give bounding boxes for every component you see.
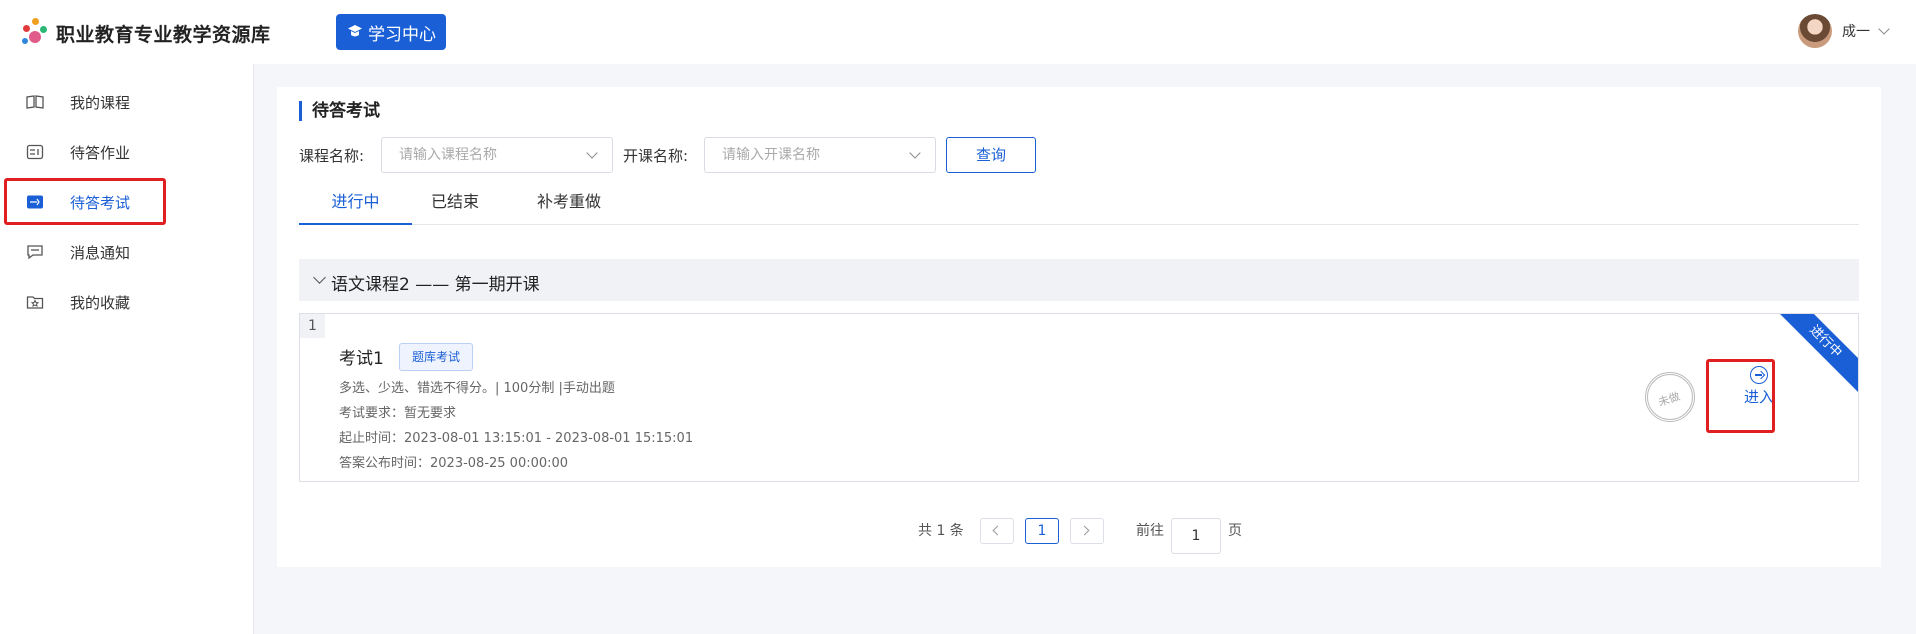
- stamp-label: 未做: [1656, 389, 1682, 410]
- site-title: 职业教育专业教学资源库: [56, 23, 271, 46]
- exam-type-badge: 题库考试: [399, 343, 474, 371]
- chevron-right-icon: [1079, 525, 1090, 536]
- course-name-placeholder: 请输入课程名称: [399, 147, 497, 163]
- sidebar-item-label: 我的课程: [70, 93, 131, 112]
- exam-requirement: 考试要求：暂无要求: [339, 406, 457, 421]
- goto-label: 前往: [1136, 523, 1164, 539]
- logo[interactable]: 职业教育专业教学资源库: [20, 18, 271, 48]
- user-menu[interactable]: 成一: [1798, 14, 1890, 48]
- class-name-label: 开课名称:: [623, 147, 689, 165]
- tab-ended[interactable]: 已结束: [415, 189, 495, 225]
- chevron-down-icon: [586, 147, 598, 159]
- course-group-header[interactable]: 语文课程2 —— 第一期开课: [299, 259, 1859, 301]
- class-name-placeholder: 请输入开课名称: [722, 147, 820, 163]
- status-tabs: 进行中 已结束 补考重做: [299, 189, 1859, 225]
- page-title: 待答考试: [299, 101, 380, 121]
- course-group-title: 语文课程2 —— 第一期开课: [331, 275, 540, 295]
- prev-page-button[interactable]: [980, 518, 1014, 544]
- graduate-icon: [348, 25, 362, 37]
- sidebar-item-label: 待答作业: [70, 143, 131, 162]
- learning-center-label: 学习中心: [368, 24, 436, 45]
- course-name-label: 课程名称:: [299, 147, 365, 165]
- avatar[interactable]: [1798, 14, 1832, 48]
- tab-in-progress[interactable]: 进行中: [299, 189, 412, 225]
- learning-center-button[interactable]: 学习中心: [336, 14, 446, 50]
- exam-name: 考试1: [339, 349, 384, 369]
- pagination-total: 共 1 条: [918, 523, 964, 539]
- sidebar-item-favorites[interactable]: 我的收藏: [0, 277, 254, 327]
- exam-time: 起止时间：2023-08-01 13:15:01 - 2023-08-01 15…: [339, 431, 694, 446]
- sidebar-item-label: 消息通知: [70, 243, 131, 262]
- user-name: 成一: [1842, 24, 1870, 40]
- page-jump-input[interactable]: 1: [1171, 518, 1221, 554]
- chevron-down-icon[interactable]: [313, 271, 326, 284]
- not-done-stamp: 未做: [1645, 372, 1695, 422]
- message-icon: [27, 245, 43, 260]
- sidebar-item-messages[interactable]: 消息通知: [0, 227, 254, 277]
- exam-rules: 多选、少选、错选不得分。| 100分制 |手动出题: [339, 381, 615, 396]
- highlight-box: [1706, 359, 1775, 433]
- top-header: 职业教育专业教学资源库 学习中心 成一: [0, 0, 1916, 64]
- query-button[interactable]: 查询: [946, 137, 1036, 173]
- chevron-down-icon: [1878, 23, 1890, 35]
- next-page-button[interactable]: [1070, 518, 1104, 544]
- class-name-select[interactable]: 请输入开课名称: [704, 137, 936, 173]
- page-1-button[interactable]: 1: [1025, 518, 1059, 544]
- sidebar: 我的课程 待答作业 待答考试 消息通知 我的收藏: [0, 64, 254, 634]
- highlight-box: [4, 178, 166, 225]
- favorite-icon: [26, 296, 44, 309]
- chevron-left-icon: [992, 525, 1003, 536]
- sidebar-item-label: 我的收藏: [70, 293, 131, 312]
- main-panel: 待答考试 课程名称: 请输入课程名称 开课名称: 请输入开课名称 查询 进行中 …: [277, 87, 1881, 567]
- chevron-down-icon: [909, 147, 921, 159]
- logo-icon: [20, 18, 50, 48]
- sidebar-item-my-courses[interactable]: 我的课程: [0, 77, 254, 127]
- page-unit-label: 页: [1228, 523, 1242, 539]
- book-icon: [26, 95, 44, 109]
- sidebar-item-homework[interactable]: 待答作业: [0, 127, 254, 177]
- tab-makeup[interactable]: 补考重做: [519, 189, 619, 225]
- course-name-select[interactable]: 请输入课程名称: [381, 137, 613, 173]
- answer-publish-time: 答案公布时间：2023-08-25 00:00:00: [339, 456, 569, 471]
- homework-icon: [26, 144, 44, 160]
- exam-index: 1: [300, 314, 325, 338]
- exam-card: 1 考试1 题库考试 多选、少选、错选不得分。| 100分制 |手动出题 考试要…: [299, 313, 1859, 482]
